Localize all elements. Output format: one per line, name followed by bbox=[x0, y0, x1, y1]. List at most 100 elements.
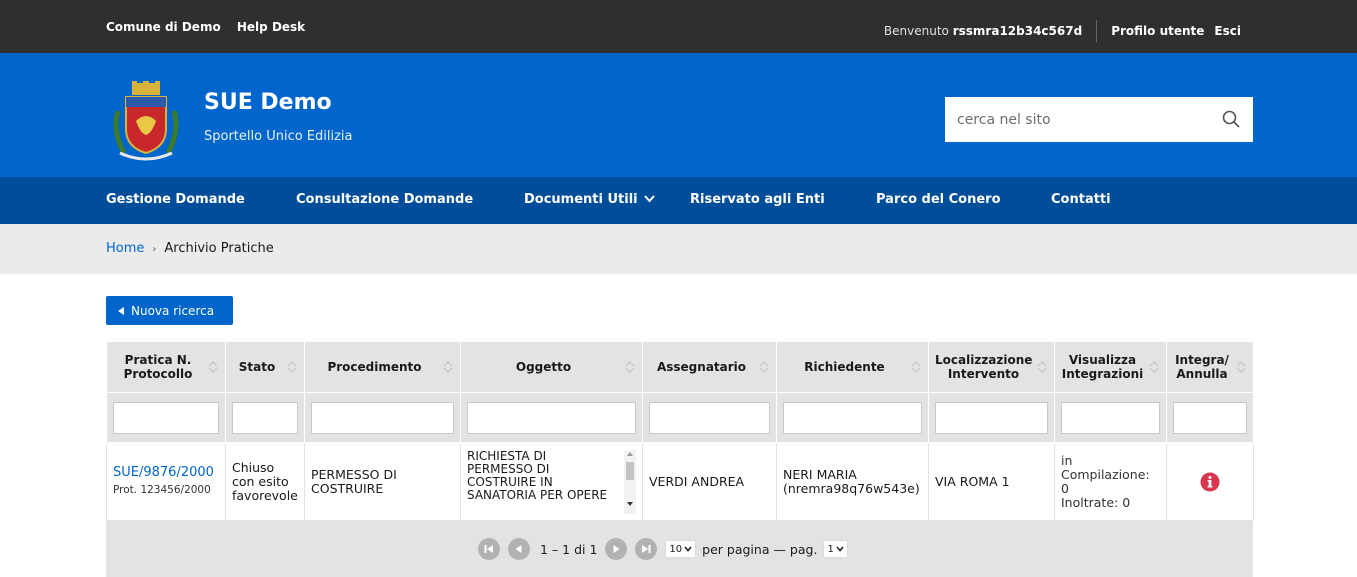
search-input[interactable] bbox=[945, 97, 1205, 142]
nav-gestione-domande[interactable]: Gestione Domande bbox=[106, 192, 245, 207]
col-header-localizzazione-l1: Localizzazione bbox=[935, 353, 1033, 367]
protocollo-text: Prot. 123456/2000 bbox=[113, 484, 211, 496]
link-help-desk[interactable]: Help Desk bbox=[237, 20, 305, 34]
nav-riservato-enti[interactable]: Riservato agli Enti bbox=[690, 192, 825, 207]
logout-link[interactable]: Esci bbox=[1214, 24, 1241, 38]
filter-integra-input[interactable] bbox=[1173, 401, 1247, 434]
stato-line: favorevole bbox=[232, 487, 298, 503]
col-header-stato-l1: Stato bbox=[238, 360, 276, 374]
table-row: SUE/9876/2000 Prot. 123456/2000 Chiuso c… bbox=[106, 442, 1254, 521]
col-header-integrazioni-l2: Integrazioni bbox=[1061, 367, 1144, 381]
breadcrumb: Home › Archivio Pratiche bbox=[0, 224, 1357, 274]
sort-icon[interactable] bbox=[1235, 361, 1247, 373]
filter-integrazioni-input[interactable] bbox=[1061, 401, 1160, 434]
filter-cell bbox=[304, 392, 461, 443]
col-header-localizzazione[interactable]: Localizzazione Intervento bbox=[928, 341, 1055, 393]
sort-icon[interactable] bbox=[286, 361, 298, 373]
col-header-integra-annulla[interactable]: Integra/Annulla bbox=[1166, 341, 1254, 393]
procedimento-line: PERMESSO DI bbox=[311, 466, 397, 482]
per-page-select[interactable]: 10 bbox=[665, 540, 697, 558]
search-box bbox=[945, 97, 1253, 142]
filter-localizzazione-input[interactable] bbox=[935, 401, 1048, 434]
arrow-left-icon bbox=[118, 306, 124, 315]
oggetto-line: COSTRUIRE IN bbox=[467, 474, 553, 489]
col-header-integra-l2: Annulla bbox=[1176, 367, 1228, 381]
table-header-row: Pratica N. Protocollo Stato Procedimento … bbox=[106, 341, 1254, 393]
col-header-integrazioni-l1: Visualizza bbox=[1068, 353, 1137, 367]
nav-consultazione-domande[interactable]: Consultazione Domande bbox=[296, 192, 473, 207]
sort-icon[interactable] bbox=[624, 361, 636, 373]
filter-cell bbox=[1054, 392, 1167, 443]
oggetto-line: SANATORIA PER OPERE bbox=[467, 487, 608, 502]
filter-stato-input[interactable] bbox=[232, 401, 298, 434]
chevron-down-icon bbox=[684, 546, 692, 552]
cell-oggetto: RICHIESTA DI PERMESSO DI COSTRUIRE IN SA… bbox=[460, 442, 643, 521]
nav-parco-conero[interactable]: Parco del Conero bbox=[876, 192, 1001, 207]
scroll-down-arrow-icon[interactable] bbox=[627, 501, 633, 506]
link-comune[interactable]: Comune di Demo bbox=[106, 20, 221, 34]
filter-cell bbox=[1166, 392, 1254, 443]
sort-icon[interactable] bbox=[758, 361, 770, 373]
filter-pratica-input[interactable] bbox=[113, 401, 219, 434]
col-header-richiedente-l1: Richiedente bbox=[804, 360, 885, 374]
scroll-up-arrow-icon[interactable] bbox=[627, 451, 633, 456]
prev-page-button[interactable] bbox=[508, 538, 530, 560]
divider bbox=[1096, 20, 1098, 42]
last-page-button[interactable] bbox=[635, 538, 658, 560]
scroll-thumb[interactable] bbox=[626, 461, 634, 480]
breadcrumb-home[interactable]: Home bbox=[106, 241, 144, 256]
table-filter-row bbox=[106, 392, 1254, 443]
new-search-button[interactable]: Nuova ricerca bbox=[106, 296, 233, 325]
pratiche-table: Pratica N. Protocollo Stato Procedimento … bbox=[106, 341, 1254, 521]
search-icon[interactable] bbox=[1221, 109, 1241, 129]
cell-localizzazione: VIA ROMA 1 bbox=[928, 442, 1055, 521]
first-page-button[interactable] bbox=[478, 538, 500, 560]
sort-icon[interactable] bbox=[207, 361, 219, 373]
site-title[interactable]: SUE Demo bbox=[204, 90, 332, 115]
sort-icon[interactable] bbox=[1148, 361, 1160, 373]
nav-documenti-utili[interactable]: Documenti Utili bbox=[524, 192, 655, 207]
col-header-pratica[interactable]: Pratica N. Protocollo bbox=[106, 341, 226, 393]
info-icon[interactable] bbox=[1200, 472, 1220, 492]
col-header-richiedente[interactable]: Richiedente bbox=[776, 341, 929, 393]
filter-procedimento-input[interactable] bbox=[311, 401, 454, 434]
filter-assegnatario-input[interactable] bbox=[649, 401, 770, 434]
cell-richiedente: NERI MARIA (nremra98q76w543e) bbox=[776, 442, 929, 521]
col-header-integrazioni[interactable]: Visualizza Integrazioni bbox=[1054, 341, 1167, 393]
top-bar: Comune di Demo Help Desk Benvenuto rssmr… bbox=[0, 0, 1357, 53]
nav-contatti[interactable]: Contatti bbox=[1051, 192, 1111, 207]
username: rssmra12b34c567d bbox=[952, 24, 1083, 38]
last-page-icon bbox=[642, 545, 651, 553]
filter-cell bbox=[225, 392, 305, 443]
top-bar-links: Comune di Demo Help Desk bbox=[106, 20, 317, 34]
scrollbar[interactable] bbox=[624, 449, 636, 514]
cell-procedimento: PERMESSO DI COSTRUIRE bbox=[304, 442, 461, 521]
next-page-icon bbox=[613, 545, 620, 553]
filter-oggetto-input[interactable] bbox=[467, 401, 636, 434]
cell-stato: Chiuso con esito favorevole bbox=[225, 442, 305, 521]
page-select[interactable]: 1 bbox=[823, 540, 848, 558]
col-header-oggetto[interactable]: Oggetto bbox=[460, 341, 643, 393]
col-header-integra-l1: Integra/ bbox=[1175, 353, 1229, 367]
richiedente-line: NERI MARIA bbox=[783, 466, 857, 482]
next-page-button[interactable] bbox=[605, 538, 628, 560]
col-header-procedimento[interactable]: Procedimento bbox=[304, 341, 461, 393]
welcome-prefix: Benvenuto bbox=[883, 24, 949, 38]
sort-icon[interactable] bbox=[910, 361, 922, 373]
col-header-stato[interactable]: Stato bbox=[225, 341, 305, 393]
profile-link[interactable]: Profilo utente bbox=[1111, 24, 1204, 38]
filter-cell bbox=[642, 392, 777, 443]
pratica-link[interactable]: SUE/9876/2000 bbox=[113, 466, 219, 480]
sort-icon[interactable] bbox=[1036, 361, 1048, 373]
chevron-down-icon bbox=[836, 546, 844, 552]
col-header-assegnatario[interactable]: Assegnatario bbox=[642, 341, 777, 393]
filter-richiedente-input[interactable] bbox=[783, 401, 922, 434]
sort-icon[interactable] bbox=[442, 361, 454, 373]
oggetto-scroll-area[interactable]: RICHIESTA DI PERMESSO DI COSTRUIRE IN SA… bbox=[467, 449, 636, 514]
breadcrumb-separator: › bbox=[152, 244, 157, 255]
col-header-procedimento-l1: Procedimento bbox=[327, 360, 422, 374]
integrazioni-line: in Compilazione: 0 bbox=[1061, 452, 1150, 496]
cell-pratica: SUE/9876/2000 Prot. 123456/2000 bbox=[106, 442, 226, 521]
integrazioni-line: Inoltrate: 0 bbox=[1061, 494, 1131, 510]
coat-of-arms-logo[interactable] bbox=[108, 81, 184, 163]
